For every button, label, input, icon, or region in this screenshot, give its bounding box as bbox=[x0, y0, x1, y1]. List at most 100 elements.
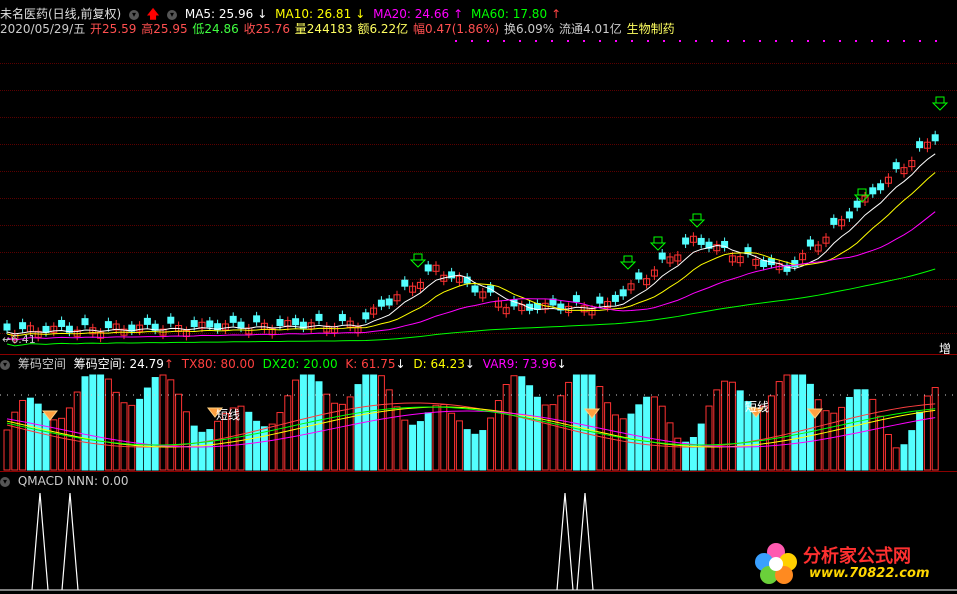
indicator-bar bbox=[159, 374, 167, 471]
indicator-bar bbox=[791, 374, 799, 471]
chart-canvas bbox=[0, 40, 957, 591]
indicator-bar bbox=[806, 383, 814, 471]
indicator-bar bbox=[416, 421, 424, 471]
down-arrow-icon bbox=[688, 213, 706, 228]
chip-space-label: 筹码空间: 24.79 bbox=[73, 357, 164, 371]
candle-body bbox=[635, 272, 643, 280]
indicator-name[interactable]: 筹码空间 bbox=[18, 357, 66, 371]
var9-label: VAR9: 73.96 bbox=[482, 357, 557, 371]
candle-body bbox=[471, 285, 479, 293]
watermark-url: www.70822.com bbox=[809, 566, 930, 581]
candle-body bbox=[19, 322, 27, 330]
top-marker-dot bbox=[775, 40, 777, 42]
indicator-bar bbox=[26, 397, 34, 471]
candle-body bbox=[806, 239, 814, 247]
indicator-bar bbox=[3, 429, 11, 471]
indicator-bar bbox=[58, 417, 66, 471]
top-marker-dot bbox=[855, 40, 857, 42]
indicator-bar bbox=[853, 389, 861, 471]
candle-body bbox=[877, 183, 885, 191]
indicator-bar bbox=[385, 389, 393, 471]
candle-body bbox=[931, 134, 939, 142]
indicator-bar bbox=[479, 430, 487, 471]
top-marker-dot bbox=[567, 40, 569, 42]
top-marker-dot bbox=[759, 40, 761, 42]
d-arrow: ↓ bbox=[464, 357, 475, 371]
indicator-bar bbox=[73, 391, 81, 471]
top-marker-dot bbox=[615, 40, 617, 42]
indicator-bar bbox=[728, 381, 736, 471]
top-marker-dot bbox=[519, 40, 521, 42]
candle-body bbox=[916, 141, 924, 149]
indicator-bar bbox=[19, 399, 27, 471]
indicator-bar bbox=[104, 378, 112, 471]
top-marker-dot bbox=[887, 40, 889, 42]
indicator-bar bbox=[260, 426, 268, 471]
down-arrow-icon bbox=[619, 255, 637, 270]
indicator-bar bbox=[908, 430, 916, 471]
indicator-bar bbox=[354, 384, 362, 471]
indicator-header: ▾ 筹码空间 筹码空间: 24.79↑ TX80: 80.00 DX20: 20… bbox=[0, 357, 571, 371]
top-marker-dot bbox=[823, 40, 825, 42]
qmacd-spike bbox=[31, 492, 49, 591]
indicator-bar bbox=[588, 374, 596, 471]
down-arrow-icon bbox=[649, 236, 667, 251]
indicator-bar bbox=[487, 417, 495, 471]
indicator-bar bbox=[541, 404, 549, 471]
flower-logo-icon bbox=[755, 543, 797, 584]
qmacd-spike bbox=[556, 492, 574, 591]
tx80-label: TX80: 80.00 bbox=[181, 357, 255, 371]
candle-body bbox=[869, 187, 877, 195]
candle-body bbox=[572, 295, 580, 303]
indicator-bar bbox=[471, 433, 479, 471]
qmacd-title[interactable]: QMACD NNN: 0.00 bbox=[18, 474, 129, 488]
low-price-label: ↚6.41 bbox=[2, 333, 36, 346]
indicator-settings-icon[interactable]: ▾ bbox=[0, 359, 10, 370]
indicator-bar bbox=[175, 393, 183, 471]
ma5-line bbox=[6, 153, 936, 335]
qmacd-settings-icon[interactable]: ▾ bbox=[0, 476, 10, 487]
top-marker-dot bbox=[727, 40, 729, 42]
top-marker-dot bbox=[535, 40, 537, 42]
watermark-title: 分析家公式网 bbox=[803, 546, 911, 567]
indicator-bar bbox=[136, 398, 144, 471]
candle-body bbox=[58, 319, 66, 327]
indicator-bar bbox=[370, 374, 378, 471]
top-marker-dot bbox=[839, 40, 841, 42]
indicator-bar bbox=[635, 404, 643, 471]
indicator-bar bbox=[783, 374, 791, 471]
indicator-bar bbox=[299, 374, 307, 471]
watermark-logo: 分析家公式网 www.70822.com bbox=[751, 540, 951, 586]
candle-body bbox=[338, 314, 346, 322]
candle-body bbox=[401, 279, 409, 287]
indicator-bar bbox=[455, 420, 463, 471]
candle-body bbox=[830, 217, 838, 225]
top-marker-dot bbox=[647, 40, 649, 42]
indicator-bar bbox=[580, 374, 588, 471]
top-marker-dot bbox=[743, 40, 745, 42]
top-marker-dot bbox=[599, 40, 601, 42]
top-marker-dot bbox=[503, 40, 505, 42]
candle-body bbox=[167, 316, 175, 324]
qmacd-spike bbox=[576, 492, 594, 591]
indicator-bar bbox=[518, 376, 526, 471]
indicator-bar bbox=[549, 404, 557, 471]
indicator-bar bbox=[34, 403, 42, 471]
top-marker-dot bbox=[807, 40, 809, 42]
k-label: K: 61.75 bbox=[345, 357, 396, 371]
candle-body bbox=[104, 321, 112, 329]
indicator-chart bbox=[0, 374, 957, 471]
indicator-bar bbox=[931, 387, 939, 471]
indicator-bar bbox=[331, 402, 339, 471]
indicator-bar bbox=[245, 411, 253, 471]
candle-body bbox=[845, 211, 853, 219]
indicator-bar bbox=[463, 429, 471, 471]
top-marker-dot bbox=[791, 40, 793, 42]
candle-body bbox=[760, 259, 768, 267]
indicator-bar bbox=[721, 380, 729, 471]
top-marker-dot bbox=[631, 40, 633, 42]
candle-body bbox=[611, 294, 619, 302]
indicator-bar bbox=[526, 385, 534, 471]
indicator-bar bbox=[81, 376, 89, 471]
indicator-bar bbox=[284, 395, 292, 471]
